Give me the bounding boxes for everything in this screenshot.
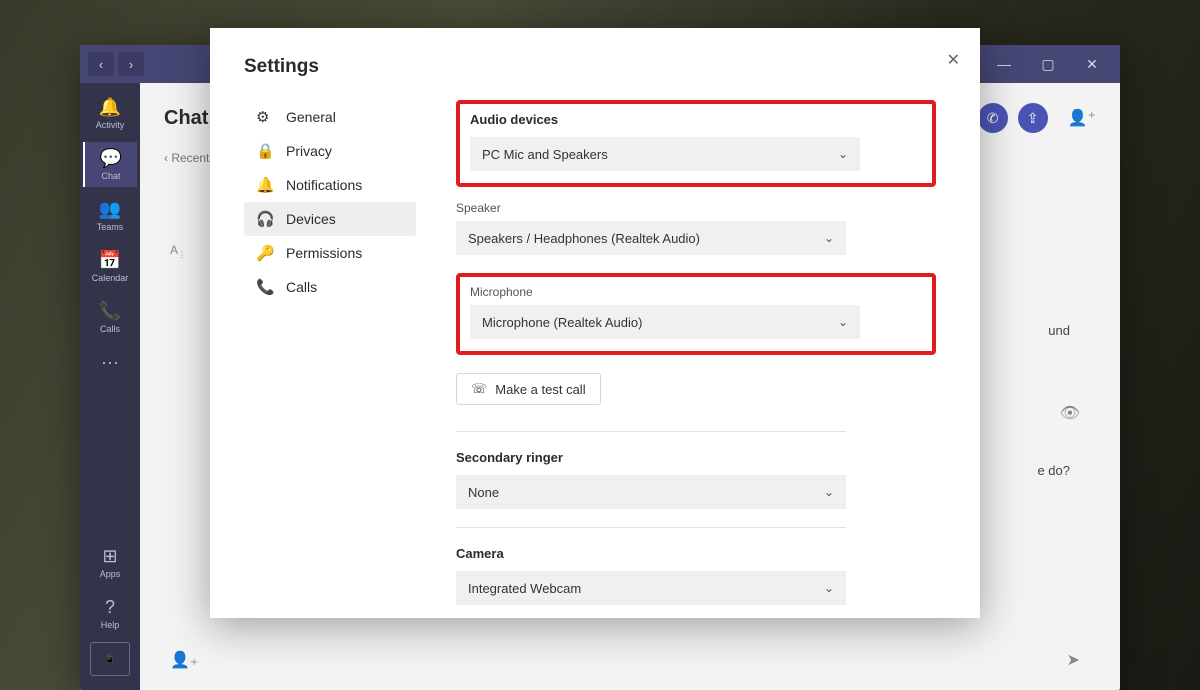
send-icon[interactable]: ➤ bbox=[1067, 650, 1080, 670]
sidebar-label: Activity bbox=[96, 120, 125, 130]
chevron-down-icon: ⌄ bbox=[824, 581, 834, 595]
select-value: Integrated Webcam bbox=[468, 581, 581, 596]
sidebar-item-apps[interactable]: ⊞ Apps bbox=[83, 540, 137, 585]
sidebar-item-device[interactable]: 📱 bbox=[90, 642, 130, 676]
sidebar-item-chat[interactable]: 💬 Chat bbox=[83, 142, 137, 187]
divider bbox=[456, 527, 846, 528]
microphone-select[interactable]: Microphone (Realtek Audio) ⌄ bbox=[470, 305, 860, 339]
mobile-icon: 📱 bbox=[104, 654, 115, 665]
highlight-audio-devices: Audio devices PC Mic and Speakers ⌄ bbox=[456, 100, 936, 187]
add-person-icon[interactable]: 👤₊ bbox=[170, 650, 198, 670]
camera-select[interactable]: Integrated Webcam ⌄ bbox=[456, 571, 846, 605]
sidebar-item-help[interactable]: ? Help bbox=[83, 591, 137, 636]
select-value: Microphone (Realtek Audio) bbox=[482, 315, 642, 330]
bell-icon: 🔔 bbox=[83, 97, 137, 118]
page-title: Chat bbox=[164, 107, 208, 130]
select-value: PC Mic and Speakers bbox=[482, 147, 608, 162]
share-icon: ⇪ bbox=[1027, 110, 1039, 127]
share-button[interactable]: ⇪ bbox=[1018, 103, 1048, 133]
settings-nav-permissions[interactable]: 🔑 Permissions bbox=[244, 236, 416, 270]
camera-label: Camera bbox=[456, 546, 936, 561]
settings-nav-label: Calls bbox=[286, 279, 317, 295]
sidebar-item-calendar[interactable]: 📅 Calendar bbox=[83, 244, 137, 289]
settings-nav-label: Devices bbox=[286, 211, 336, 227]
settings-nav-privacy[interactable]: 🔒 Privacy bbox=[244, 134, 416, 168]
divider bbox=[456, 431, 846, 432]
settings-nav-general[interactable]: ⚙ General bbox=[244, 100, 416, 134]
sidebar-label: Calendar bbox=[92, 273, 129, 283]
sidebar-item-calls[interactable]: 📞 Calls bbox=[83, 295, 137, 340]
settings-nav-notifications[interactable]: 🔔 Notifications bbox=[244, 168, 416, 202]
gear-icon: ⚙ bbox=[256, 108, 274, 126]
settings-nav-devices[interactable]: 🎧 Devices bbox=[244, 202, 416, 236]
window-close-button[interactable]: ✕ bbox=[1072, 52, 1112, 76]
settings-nav-calls[interactable]: 📞 Calls bbox=[244, 270, 416, 304]
phone-icon: 📞 bbox=[83, 301, 137, 322]
sidebar-item-activity[interactable]: 🔔 Activity bbox=[83, 91, 137, 136]
sidebar-label: Apps bbox=[100, 569, 121, 579]
microphone-label: Microphone bbox=[470, 285, 922, 299]
settings-panel: Audio devices PC Mic and Speakers ⌄ Spea… bbox=[456, 100, 946, 618]
chevron-down-icon: ⌄ bbox=[838, 147, 848, 161]
window-minimize-button[interactable]: — bbox=[984, 52, 1024, 76]
phone-icon: 📞 bbox=[256, 278, 274, 296]
bell-icon: 🔔 bbox=[256, 176, 274, 194]
sidebar-label: Help bbox=[101, 620, 120, 630]
make-test-call-button[interactable]: ☏ Make a test call bbox=[456, 373, 601, 405]
button-label: Make a test call bbox=[495, 382, 585, 397]
settings-nav: ⚙ General 🔒 Privacy 🔔 Notifications 🎧 De… bbox=[244, 100, 416, 618]
sidebar-label: Calls bbox=[100, 324, 120, 334]
modal-close-button[interactable]: ✕ bbox=[947, 50, 960, 70]
window-maximize-button[interactable]: ▢ bbox=[1028, 52, 1068, 76]
calendar-icon: 📅 bbox=[83, 250, 137, 271]
add-people-icon[interactable]: 👤⁺ bbox=[1068, 108, 1096, 128]
lock-icon: 🔒 bbox=[256, 142, 274, 160]
sidebar-item-teams[interactable]: 👥 Teams bbox=[83, 193, 137, 238]
help-icon: ? bbox=[83, 597, 137, 618]
settings-nav-label: General bbox=[286, 109, 336, 125]
headset-icon: 🎧 bbox=[256, 210, 274, 228]
chat-icon: 💬 bbox=[85, 148, 137, 169]
test-call-icon: ☏ bbox=[471, 381, 487, 397]
call-button[interactable]: ✆ bbox=[978, 103, 1008, 133]
speaker-select[interactable]: Speakers / Headphones (Realtek Audio) ⌄ bbox=[456, 221, 846, 255]
secondary-ringer-select[interactable]: None ⌄ bbox=[456, 475, 846, 509]
partial-text: und bbox=[1048, 323, 1070, 338]
sidebar-item-more[interactable]: ··· bbox=[83, 346, 137, 381]
people-icon: 👥 bbox=[83, 199, 137, 220]
sidebar-label: Chat bbox=[101, 171, 120, 181]
highlight-microphone: Microphone Microphone (Realtek Audio) ⌄ bbox=[456, 273, 936, 355]
settings-modal: ✕ Settings ⚙ General 🔒 Privacy 🔔 Notific… bbox=[210, 28, 980, 618]
speaker-label: Speaker bbox=[456, 201, 936, 215]
settings-nav-label: Permissions bbox=[286, 245, 362, 261]
nav-forward-button[interactable]: › bbox=[118, 52, 144, 76]
partial-text: e do? bbox=[1037, 463, 1070, 478]
more-icon: ··· bbox=[83, 352, 137, 373]
nav-back-button[interactable]: ‹ bbox=[88, 52, 114, 76]
sidebar: 🔔 Activity 💬 Chat 👥 Teams 📅 Calendar 📞 C… bbox=[80, 83, 140, 690]
key-icon: 🔑 bbox=[256, 244, 274, 262]
chevron-down-icon: ⌄ bbox=[838, 315, 848, 329]
modal-title: Settings bbox=[244, 56, 946, 78]
sidebar-label: Teams bbox=[97, 222, 124, 232]
settings-nav-label: Privacy bbox=[286, 143, 332, 159]
secondary-ringer-label: Secondary ringer bbox=[456, 450, 936, 465]
format-icon[interactable]: A⋮ bbox=[170, 243, 186, 259]
select-value: None bbox=[468, 485, 499, 500]
apps-icon: ⊞ bbox=[83, 546, 137, 567]
audio-devices-select[interactable]: PC Mic and Speakers ⌄ bbox=[470, 137, 860, 171]
settings-nav-label: Notifications bbox=[286, 177, 362, 193]
visibility-icon[interactable]: 👁 bbox=[1060, 403, 1080, 423]
audio-devices-label: Audio devices bbox=[470, 112, 922, 127]
select-value: Speakers / Headphones (Realtek Audio) bbox=[468, 231, 700, 246]
phone-icon: ✆ bbox=[987, 110, 999, 127]
chevron-down-icon: ⌄ bbox=[824, 231, 834, 245]
chevron-down-icon: ⌄ bbox=[824, 485, 834, 499]
